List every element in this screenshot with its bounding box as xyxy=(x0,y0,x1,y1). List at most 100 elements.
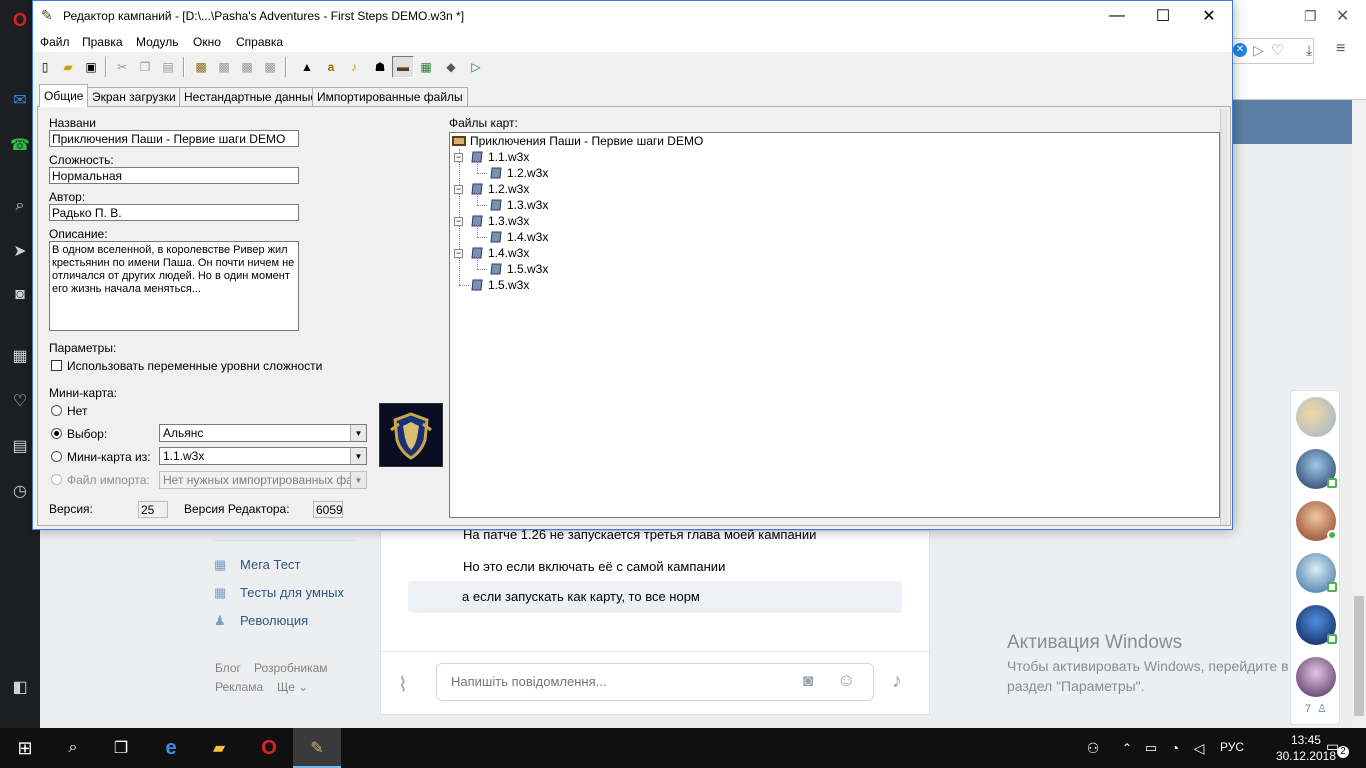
text-editor-icon[interactable]: a xyxy=(320,56,342,78)
avatar[interactable] xyxy=(1296,553,1337,593)
chevron-down-icon[interactable]: ▼ xyxy=(350,448,366,464)
menu-help[interactable]: Справка xyxy=(236,35,283,49)
speed-dial-icon[interactable]: ▦ xyxy=(10,346,30,366)
attach-icon[interactable]: ⌇ xyxy=(398,672,408,697)
page-scrollbar[interactable] xyxy=(1352,100,1366,728)
tree-collapse-toggle[interactable]: − xyxy=(454,185,463,194)
test-map-icon[interactable]: ▷ xyxy=(465,56,487,78)
maximize-button[interactable]: ☐ xyxy=(1140,1,1186,31)
heart-icon[interactable]: ♡ xyxy=(10,391,30,411)
tree-node[interactable]: 1.2.w3x xyxy=(488,165,548,181)
tree-collapse-toggle[interactable]: − xyxy=(454,153,463,162)
footer-link[interactable]: Розробникам xyxy=(254,661,328,675)
message-composer[interactable]: ◙ ☺ xyxy=(436,663,874,701)
sidebar-toggle-icon[interactable]: ◧ xyxy=(10,677,30,697)
avatar[interactable] xyxy=(1296,657,1336,697)
language-indicator[interactable]: РУС xyxy=(1220,740,1244,754)
vk-menu-item[interactable]: ♟ Революция xyxy=(214,610,308,630)
title-bar[interactable]: ✎ Редактор кампаний - [D:\...\Pasha's Ad… xyxy=(33,1,1232,31)
minimap-choice-select[interactable]: Альянс ▼ xyxy=(159,424,367,442)
wifi-icon[interactable]: ◔ xyxy=(1162,736,1188,760)
minimap-choice-radio[interactable] xyxy=(51,428,62,439)
tree-node[interactable]: 1.1.w3x xyxy=(469,149,529,165)
tree-node[interactable]: 1.3.w3x xyxy=(488,197,548,213)
send-icon[interactable]: ➤ xyxy=(10,241,30,261)
map-files-tree[interactable]: Приключения Паши - Первие шаги DEMO − 1.… xyxy=(449,132,1220,518)
tree-node[interactable]: 1.5.w3x xyxy=(488,261,548,277)
menu-window[interactable]: Окно xyxy=(193,35,221,49)
tree-node[interactable]: 1.5.w3x xyxy=(469,277,529,293)
tab-general[interactable]: Общие xyxy=(39,84,89,107)
ai-editor-icon[interactable]: ☗ xyxy=(369,56,391,78)
description-textarea[interactable]: В одном вселенной, в королевстве Ривер ж… xyxy=(49,241,299,331)
minimap-from-map-radio[interactable] xyxy=(51,451,62,462)
tree-node[interactable]: 1.4.w3x xyxy=(469,245,529,261)
edge-icon[interactable]: e xyxy=(158,736,184,760)
vk-menu-item[interactable]: ▦ Тесты для умных xyxy=(214,582,344,602)
name-field[interactable]: Приключения Паши - Первие шаги DEMO xyxy=(49,130,299,147)
sound-editor-icon[interactable]: ▩ xyxy=(259,56,281,78)
minimize-button[interactable]: — xyxy=(1094,1,1140,31)
address-bar-end[interactable]: ✕ ▷ ♡ xyxy=(1232,38,1314,64)
bookmark-heart-icon[interactable]: ♡ xyxy=(1271,41,1284,59)
tree-collapse-toggle[interactable]: − xyxy=(454,217,463,226)
footer-more-link[interactable]: Ще ⌄ xyxy=(277,680,308,694)
online-count[interactable]: 7 xyxy=(1305,703,1311,715)
message-input[interactable] xyxy=(451,674,781,689)
trigger-editor-icon[interactable]: ▩ xyxy=(236,56,258,78)
sound-icon[interactable]: ♪ xyxy=(343,56,365,78)
chevron-up-icon[interactable]: ⌃ xyxy=(1114,736,1140,760)
unit-editor-icon[interactable]: ▩ xyxy=(213,56,235,78)
campaign-editor-icon[interactable]: ▬ xyxy=(392,56,414,78)
avatar[interactable] xyxy=(1296,501,1337,541)
opera-logo-icon[interactable]: O xyxy=(10,10,30,30)
tree-node[interactable]: 1.3.w3x xyxy=(469,213,529,229)
terrain-editor-icon[interactable]: ▩ xyxy=(190,56,212,78)
footer-link[interactable]: Блог xyxy=(215,661,241,675)
volume-icon[interactable]: ◁ xyxy=(1186,736,1212,760)
news-icon[interactable]: ▤ xyxy=(10,436,30,456)
search-icon[interactable]: ⌕ xyxy=(60,736,86,760)
paste-icon[interactable]: ▤ xyxy=(157,56,179,78)
import-manager-icon[interactable]: ◆ xyxy=(440,56,462,78)
avatar[interactable] xyxy=(1296,605,1337,645)
opera-icon[interactable]: O xyxy=(256,736,282,760)
menu-module[interactable]: Модуль xyxy=(136,35,179,49)
difficulty-field[interactable]: Нормальная xyxy=(49,167,299,184)
windows-start-icon[interactable]: ⊞ xyxy=(12,736,38,760)
tree-root[interactable]: Приключения Паши - Первие шаги DEMO xyxy=(451,133,703,149)
task-view-icon[interactable]: ❐ xyxy=(108,736,134,760)
vk-menu-item[interactable]: ▦ Мега Тест xyxy=(214,554,300,574)
battery-icon[interactable]: ▭ xyxy=(1138,736,1164,760)
close-button[interactable]: ✕ xyxy=(1186,1,1232,31)
send-page-icon[interactable]: ▷ xyxy=(1253,42,1264,59)
avatar[interactable] xyxy=(1296,397,1336,437)
history-icon[interactable]: ◷ xyxy=(10,481,30,501)
terrain-icon[interactable]: ▲ xyxy=(296,56,318,78)
tab-custom-data[interactable]: Нестандартные данные xyxy=(179,87,323,106)
camera-icon[interactable]: ◙ xyxy=(803,671,813,691)
menu-icon[interactable]: ≡ xyxy=(1336,40,1345,58)
tree-node[interactable]: 1.4.w3x xyxy=(488,229,548,245)
save-icon[interactable]: ▣ xyxy=(80,56,102,78)
object-editor-icon[interactable]: ▦ xyxy=(415,56,437,78)
camera-icon[interactable]: ◙ xyxy=(10,285,30,305)
author-field[interactable]: Радько П. В. xyxy=(49,204,299,221)
minimap-from-map-select[interactable]: 1.1.w3x ▼ xyxy=(159,447,367,465)
avatar[interactable] xyxy=(1296,449,1337,489)
file-explorer-icon[interactable]: ▰ xyxy=(206,736,232,760)
emoji-icon[interactable]: ☺ xyxy=(837,670,855,691)
tree-collapse-toggle[interactable]: − xyxy=(454,249,463,258)
download-icon[interactable]: ⤓ xyxy=(1306,42,1312,59)
cut-icon[interactable]: ✂ xyxy=(111,56,133,78)
close-circle-icon[interactable]: ✕ xyxy=(1233,43,1247,57)
copy-icon[interactable]: ❐ xyxy=(134,56,156,78)
restore-icon[interactable]: ❐ xyxy=(1304,8,1317,25)
search-icon[interactable]: ⌕ xyxy=(10,196,30,216)
people-icon[interactable]: ⚇ xyxy=(1080,736,1106,760)
menu-edit[interactable]: Правка xyxy=(82,35,123,49)
tab-loading-screen[interactable]: Экран загрузки xyxy=(87,87,181,106)
taskbar-item-active[interactable]: ✎ xyxy=(293,728,341,768)
chevron-down-icon[interactable]: ▼ xyxy=(350,425,366,441)
new-file-icon[interactable]: ▯ xyxy=(34,56,56,78)
